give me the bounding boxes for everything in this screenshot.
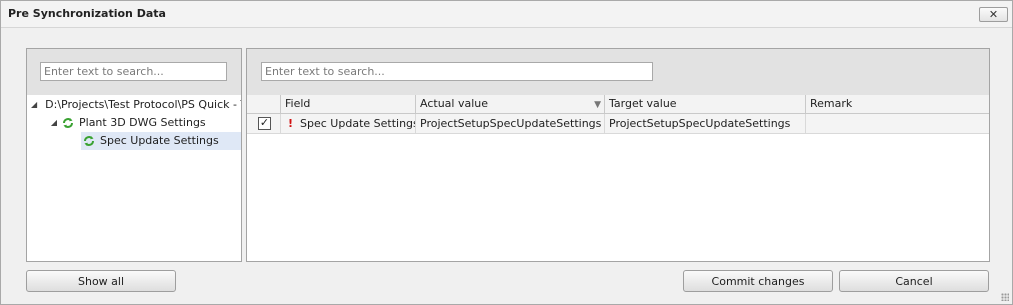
column-header-field[interactable]: Field: [281, 95, 416, 113]
column-header-check[interactable]: [247, 95, 281, 113]
column-header-label: Actual value: [420, 97, 489, 110]
cancel-button[interactable]: Cancel: [839, 270, 989, 292]
column-header-actual-value[interactable]: Actual value ▼: [416, 95, 605, 113]
tree-node-label: Plant 3D DWG Settings: [79, 116, 206, 129]
expand-arrow-icon[interactable]: ◢: [49, 114, 59, 132]
dialog-window: Pre Synchronization Data ✕ Enter text to…: [0, 0, 1013, 305]
tree-search-input[interactable]: Enter text to search...: [40, 62, 227, 81]
tree-panel: Enter text to search... ◢ D:\Projects\Te…: [26, 48, 242, 262]
column-header-label: Field: [285, 97, 311, 110]
tree-node-label: D:\Projects\Test Protocol\PS Quick - T: [45, 98, 241, 111]
tree-view: ◢ D:\Projects\Test Protocol\PS Quick - T…: [27, 95, 241, 261]
dialog-content: Enter text to search... ◢ D:\Projects\Te…: [6, 31, 1006, 299]
tree-node-plant3d-settings[interactable]: ◢ Plant 3D DWG Settings: [49, 114, 241, 132]
column-header-label: Remark: [810, 97, 853, 110]
grid-header: Field Actual value ▼ Target value Remark: [247, 95, 989, 114]
tree-search-area: Enter text to search...: [27, 49, 241, 95]
filter-icon[interactable]: ▼: [594, 96, 601, 113]
tree-node-spec-update-settings[interactable]: Spec Update Settings: [81, 132, 241, 150]
sync-icon: [84, 136, 94, 146]
column-header-remark[interactable]: Remark: [806, 95, 989, 113]
grid-search-area: Enter text to search...: [247, 49, 989, 95]
window-title: Pre Synchronization Data: [8, 7, 166, 20]
field-value: Spec Update Settings: [300, 117, 416, 130]
expand-arrow-icon[interactable]: ◢: [31, 96, 37, 114]
commit-changes-button[interactable]: Commit changes: [683, 270, 833, 292]
table-row[interactable]: ✓ ! Spec Update Settings ProjectSetupSpec…: [247, 114, 989, 134]
show-all-button[interactable]: Show all: [26, 270, 176, 292]
field-cell: ! Spec Update Settings: [281, 114, 416, 133]
close-button[interactable]: ✕: [979, 7, 1008, 22]
sync-icon: [63, 118, 73, 128]
title-bar: Pre Synchronization Data ✕: [1, 1, 1012, 28]
row-check-cell: ✓: [247, 114, 281, 133]
column-header-target-value[interactable]: Target value: [605, 95, 806, 113]
warning-icon: !: [288, 117, 294, 130]
grid-search-input[interactable]: Enter text to search...: [261, 62, 653, 81]
close-icon: ✕: [988, 8, 999, 21]
resize-grip-icon[interactable]: [1001, 293, 1009, 301]
column-header-label: Target value: [609, 97, 677, 110]
grid-panel: Enter text to search... Field Actual val…: [246, 48, 990, 262]
target-value-cell: ProjectSetupSpecUpdateSettings: [605, 114, 806, 133]
actual-value-cell: ProjectSetupSpecUpdateSettings: [416, 114, 605, 133]
remark-cell: [806, 114, 989, 133]
row-checkbox[interactable]: ✓: [258, 117, 271, 130]
tree-node-project[interactable]: ◢ D:\Projects\Test Protocol\PS Quick - T: [31, 96, 241, 114]
tree-node-label: Spec Update Settings: [100, 134, 219, 147]
